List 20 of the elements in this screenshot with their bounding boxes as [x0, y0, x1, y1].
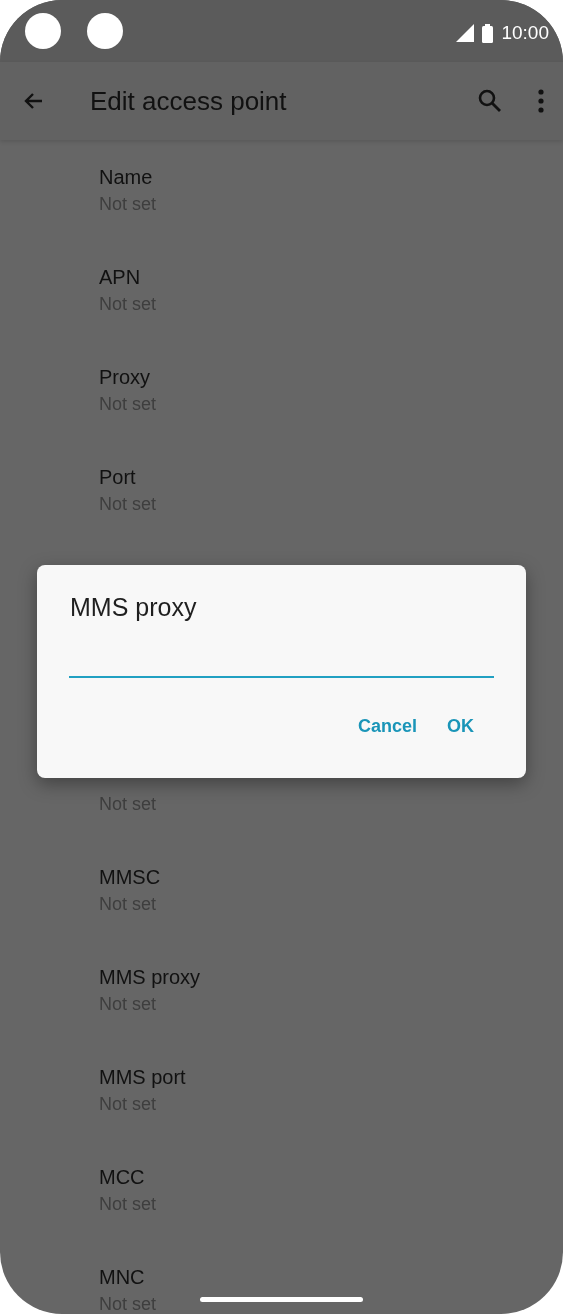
setting-title[interactable]: MMSC — [99, 863, 161, 891]
more-icon — [537, 89, 545, 113]
camera-cutout — [87, 13, 123, 49]
dialog-button[interactable]: Cancel — [345, 708, 429, 745]
setting-title[interactable]: MCC — [99, 1163, 145, 1191]
screen-title: Edit access point — [90, 85, 288, 117]
signal-icon — [456, 24, 475, 42]
setting-title[interactable]: Name — [99, 163, 153, 191]
setting-title[interactable]: Port — [99, 463, 136, 491]
dialog-button[interactable]: OK — [435, 708, 486, 745]
setting-title[interactable]: MMS port — [99, 1063, 186, 1091]
status-time: 10:00 — [501, 22, 549, 44]
setting-title[interactable]: APN — [99, 263, 141, 291]
setting-title[interactable]: MNC — [99, 1263, 145, 1291]
battery-icon — [482, 23, 494, 43]
search-icon — [477, 88, 503, 114]
setting-title[interactable]: Proxy — [99, 363, 151, 391]
camera-cutout — [25, 13, 61, 49]
setting-title[interactable]: MMS proxy — [99, 963, 201, 991]
dialog-title: MMS proxy — [70, 593, 197, 622]
